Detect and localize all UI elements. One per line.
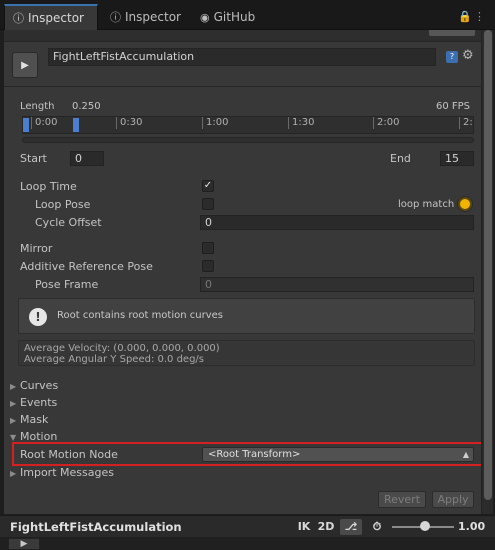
mirror-checkbox[interactable] <box>202 242 214 254</box>
foldout-events[interactable]: ▶ Events <box>10 396 57 409</box>
loop-time-label: Loop Time <box>20 180 77 193</box>
2d-toggle-button[interactable]: 2D <box>316 519 336 535</box>
tick-label: 2:00 <box>373 117 399 129</box>
timeline-ruler[interactable]: 0:00 0:30 1:00 1:30 2:00 2: <box>22 116 474 134</box>
additive-reference-pose-label: Additive Reference Pose <box>20 260 153 273</box>
info-icon: ⓘ <box>13 12 24 25</box>
length-label: Length <box>20 101 55 112</box>
clip-name-field[interactable]: FightLeftFistAccumulation <box>48 48 436 66</box>
preview-play-button[interactable]: ▶ <box>8 538 40 550</box>
tick-label: 1:00 <box>202 117 228 129</box>
chevron-right-icon: ▶ <box>10 399 17 408</box>
chevron-right-icon: ▶ <box>10 416 17 425</box>
tick-label: 0:00 <box>31 117 57 129</box>
tab-github[interactable]: ◉ GitHub <box>192 4 265 30</box>
scrollbar-thumb[interactable] <box>484 30 492 500</box>
chevron-down-icon: ▼ <box>10 433 17 442</box>
apply-button[interactable]: Apply <box>432 491 474 508</box>
end-marker-handle[interactable] <box>73 118 79 132</box>
end-label: End <box>390 152 411 165</box>
foldout-label: Events <box>20 396 58 409</box>
tab-label: Inspector <box>125 10 181 24</box>
tab-inspector[interactable]: ⓘ Inspector <box>102 4 191 30</box>
loop-pose-label: Loop Pose <box>35 198 91 211</box>
foldout-label: Curves <box>20 379 59 392</box>
revert-button[interactable]: Revert <box>378 491 426 508</box>
tick-label: 2: <box>459 117 473 129</box>
chevron-right-icon: ▶ <box>10 382 17 391</box>
fps-label: 60 FPS <box>436 101 471 112</box>
cycle-offset-label: Cycle Offset <box>35 216 102 229</box>
additive-reference-pose-checkbox[interactable] <box>202 260 214 272</box>
preview-toolbar: FightLeftFistAccumulation IK 2D ⎇ ⏱ 1.00 <box>0 515 495 537</box>
gear-icon[interactable]: ⚙ <box>462 48 474 63</box>
tick-label: 1:30 <box>288 117 314 129</box>
dropdown-value: <Root Transform> <box>208 449 301 460</box>
timeline-scroll-track[interactable] <box>22 137 474 143</box>
foldout-import-messages[interactable]: ▶ Import Messages <box>10 466 114 479</box>
playback-speed-slider-handle[interactable] <box>420 521 430 531</box>
divider <box>4 86 481 87</box>
lock-icon[interactable]: 🔒 <box>458 10 472 23</box>
foldout-label: Import Messages <box>20 466 114 479</box>
inspector-scrollbar[interactable] <box>481 30 493 514</box>
preview-area <box>0 537 495 550</box>
average-velocity-text: Average Velocity: (0.000, 0.000, 0.000) <box>24 343 220 354</box>
header-strip <box>4 30 481 42</box>
start-label: Start <box>20 152 47 165</box>
tab-inspector-active[interactable]: ⓘ Inspector <box>4 4 98 30</box>
mirror-label: Mirror <box>20 242 53 255</box>
pivot-icon[interactable]: ⎇ <box>340 519 362 535</box>
end-input[interactable]: 15 <box>440 151 474 166</box>
tab-bar: ⓘ Inspector ⓘ Inspector ◉ GitHub 🔒 ⋮ <box>0 0 495 30</box>
foldout-label: Mask <box>20 413 49 426</box>
help-text: Root contains root motion curves <box>57 310 223 321</box>
loop-pose-checkbox[interactable] <box>202 198 214 210</box>
playback-speed-value: 1.00 <box>458 520 486 533</box>
help-book-icon[interactable]: ? <box>446 51 458 63</box>
pose-frame-input: 0 <box>200 277 474 292</box>
menu-icon[interactable]: ⋮ <box>474 10 485 23</box>
motion-stats-box: Average Velocity: (0.000, 0.000, 0.000) … <box>18 340 475 366</box>
loop-match-label: loop match <box>398 199 455 210</box>
foldout-curves[interactable]: ▶ Curves <box>10 379 58 392</box>
start-input[interactable]: 0 <box>70 151 104 166</box>
preview-clip-name: FightLeftFistAccumulation <box>10 520 182 534</box>
header-button[interactable] <box>429 30 475 36</box>
tab-label: Inspector <box>28 11 84 25</box>
inspector-panel: ▶ FightLeftFistAccumulation ? ⚙ Length 0… <box>4 30 481 514</box>
foldout-mask[interactable]: ▶ Mask <box>10 413 48 426</box>
chevron-right-icon: ▶ <box>10 469 17 478</box>
dropdown-arrow-icon: ▲ <box>462 450 469 459</box>
cycle-offset-input[interactable]: 0 <box>200 215 474 230</box>
pose-frame-label: Pose Frame <box>35 278 99 291</box>
loop-time-checkbox[interactable]: ✓ <box>202 180 214 192</box>
info-icon: ⓘ <box>110 11 121 24</box>
animation-clip-icon: ▶ <box>12 52 38 78</box>
average-angular-speed-text: Average Angular Y Speed: 0.0 deg/s <box>24 354 204 365</box>
speed-icon: ⏱ <box>372 520 382 533</box>
loop-match-indicator-icon <box>458 197 472 211</box>
ik-toggle-button[interactable]: IK <box>296 519 312 535</box>
info-icon: ! <box>29 308 47 326</box>
root-motion-node-label: Root Motion Node <box>20 448 118 461</box>
start-marker-handle[interactable] <box>23 118 29 132</box>
github-icon: ◉ <box>200 10 210 24</box>
info-help-box: ! Root contains root motion curves <box>18 298 475 334</box>
tab-label: GitHub <box>213 10 256 24</box>
tick-label: 0:30 <box>116 117 142 129</box>
length-value: 0.250 <box>72 101 101 112</box>
root-motion-node-dropdown[interactable]: <Root Transform> ▲ <box>202 447 474 462</box>
